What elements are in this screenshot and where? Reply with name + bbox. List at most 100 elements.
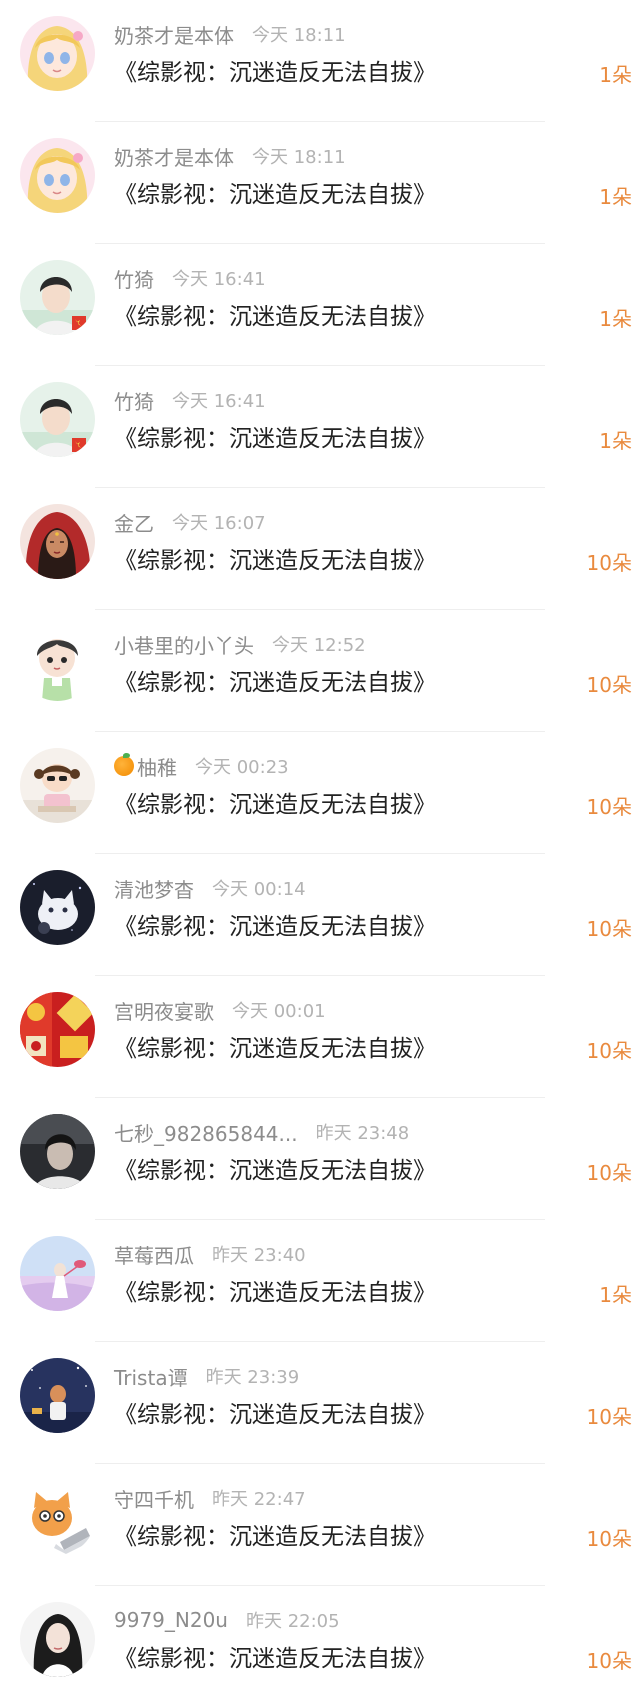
gift-count: 1朵 <box>599 63 632 87</box>
book-title: 《综影视：沉迷造反无法自拔》 <box>114 1158 436 1184</box>
sender-meta: 守四千机 昨天 22:47 <box>114 1482 306 1514</box>
book-title: 《综影视：沉迷造反无法自拔》 <box>114 1036 436 1062</box>
timestamp: 今天 00:14 <box>212 879 306 900</box>
avatar[interactable] <box>20 1114 95 1189</box>
sender-meta: 七秒_982865844... 昨天 23:48 <box>114 1116 409 1148</box>
sender-name[interactable]: 守四千机 <box>114 1484 194 1513</box>
list-item[interactable]: 奶茶才是本体 今天 18:11 《综影视：沉迷造反无法自拔》 1朵 <box>0 122 640 244</box>
list-item[interactable]: 宫明夜宴歌 今天 00:01 《综影视：沉迷造反无法自拔》 10朵 <box>0 976 640 1098</box>
sender-name[interactable]: 竹猗 <box>114 264 154 293</box>
book-title: 《综影视：沉迷造反无法自拔》 <box>114 792 436 818</box>
avatar[interactable] <box>20 16 95 91</box>
sender-name[interactable]: 七秒_982865844... <box>114 1118 298 1147</box>
sender-name[interactable]: 宫明夜宴歌 <box>114 996 214 1025</box>
sender-meta: 宫明夜宴歌 今天 00:01 <box>114 994 326 1026</box>
sender-meta: 柚稚 今天 00:23 <box>114 750 289 782</box>
list-item[interactable]: 七秒_982865844... 昨天 23:48 《综影视：沉迷造反无法自拔》 10朵 <box>0 1098 640 1220</box>
sender-name[interactable]: 金乙 <box>114 508 154 537</box>
gift-record-list: 奶茶才是本体 今天 18:11 《综影视：沉迷造反无法自拔》 1朵 奶茶才是本体 今天 … <box>0 0 640 1708</box>
sender-name[interactable]: Trista谭 <box>114 1362 188 1391</box>
book-title: 《综影视：沉迷造反无法自拔》 <box>114 426 436 452</box>
sender-name[interactable]: 奶茶才是本体 <box>114 142 234 171</box>
sender-name[interactable]: 柚稚 <box>137 752 177 781</box>
sender-meta: 竹猗 今天 16:41 <box>114 384 266 416</box>
timestamp: 昨天 23:48 <box>315 1123 410 1144</box>
list-item[interactable]: 小巷里的小丫头 今天 12:52 《综影视：沉迷造反无法自拔》 10朵 <box>0 610 640 732</box>
timestamp: 今天 18:11 <box>252 25 346 46</box>
gift-count: 10朵 <box>586 1649 632 1673</box>
gift-count: 10朵 <box>586 551 632 575</box>
avatar[interactable] <box>20 1602 95 1677</box>
timestamp: 昨天 22:47 <box>212 1489 306 1510</box>
book-title: 《综影视：沉迷造反无法自拔》 <box>114 1402 436 1428</box>
timestamp: 今天 12:52 <box>272 635 366 656</box>
list-item[interactable]: 清池梦杳 今天 00:14 《综影视：沉迷造反无法自拔》 10朵 <box>0 854 640 976</box>
avatar[interactable] <box>20 992 95 1067</box>
gift-count: 1朵 <box>599 1283 632 1307</box>
orange-icon <box>114 753 134 776</box>
timestamp: 昨天 22:05 <box>245 1611 340 1632</box>
book-title: 《综影视：沉迷造反无法自拔》 <box>114 304 436 330</box>
sender-name[interactable]: 竹猗 <box>114 386 154 415</box>
sender-meta: 草莓西瓜 昨天 23:40 <box>114 1238 306 1270</box>
gift-count: 10朵 <box>586 1161 632 1185</box>
gift-count: 1朵 <box>599 185 632 209</box>
list-item[interactable]: 奶茶才是本体 今天 18:11 《综影视：沉迷造反无法自拔》 1朵 <box>0 0 640 122</box>
avatar[interactable] <box>20 748 95 823</box>
book-title: 《综影视：沉迷造反无法自拔》 <box>114 548 436 574</box>
sender-name[interactable]: 清池梦杳 <box>114 874 194 903</box>
list-item[interactable]: 竹猗 今天 16:41 《综影视：沉迷造反无法自拔》 1朵 <box>0 244 640 366</box>
list-item[interactable]: 草莓西瓜 昨天 23:40 《综影视：沉迷造反无法自拔》 1朵 <box>0 1220 640 1342</box>
sender-name[interactable]: 9979_N20u <box>114 1608 228 1632</box>
book-title: 《综影视：沉迷造反无法自拔》 <box>114 1646 436 1672</box>
list-item[interactable]: 守四千机 昨天 22:47 《综影视：沉迷造反无法自拔》 10朵 <box>0 1464 640 1586</box>
sender-meta: 奶茶才是本体 今天 18:11 <box>114 18 346 50</box>
timestamp: 昨天 23:40 <box>212 1245 306 1266</box>
avatar[interactable] <box>20 1480 95 1555</box>
avatar[interactable] <box>20 504 95 579</box>
timestamp: 今天 16:07 <box>172 513 266 534</box>
avatar[interactable] <box>20 626 95 701</box>
book-title: 《综影视：沉迷造反无法自拔》 <box>114 182 436 208</box>
list-item[interactable]: 柚稚 今天 00:23 《综影视：沉迷造反无法自拔》 10朵 <box>0 732 640 854</box>
gift-count: 1朵 <box>599 307 632 331</box>
gift-count: 10朵 <box>586 673 632 697</box>
book-title: 《综影视：沉迷造反无法自拔》 <box>114 670 436 696</box>
sender-name[interactable]: 奶茶才是本体 <box>114 20 234 49</box>
gift-count: 10朵 <box>586 1527 632 1551</box>
avatar[interactable] <box>20 1236 95 1311</box>
gift-count: 10朵 <box>586 917 632 941</box>
avatar[interactable] <box>20 138 95 213</box>
sender-meta: 金乙 今天 16:07 <box>114 506 266 538</box>
timestamp: 今天 00:23 <box>195 757 289 778</box>
list-item[interactable]: 金乙 今天 16:07 《综影视：沉迷造反无法自拔》 10朵 <box>0 488 640 610</box>
sender-meta: 奶茶才是本体 今天 18:11 <box>114 140 346 172</box>
book-title: 《综影视：沉迷造反无法自拔》 <box>114 60 436 86</box>
timestamp: 今天 16:41 <box>172 391 266 412</box>
sender-meta: 9979_N20u 昨天 22:05 <box>114 1604 340 1636</box>
gift-count: 1朵 <box>599 429 632 453</box>
avatar[interactable] <box>20 260 95 335</box>
avatar[interactable] <box>20 870 95 945</box>
book-title: 《综影视：沉迷造反无法自拔》 <box>114 1524 436 1550</box>
sender-name[interactable]: 草莓西瓜 <box>114 1240 194 1269</box>
avatar[interactable] <box>20 1358 95 1433</box>
book-title: 《综影视：沉迷造反无法自拔》 <box>114 914 436 940</box>
gift-count: 10朵 <box>586 1039 632 1063</box>
sender-meta: 清池梦杳 今天 00:14 <box>114 872 306 904</box>
book-title: 《综影视：沉迷造反无法自拔》 <box>114 1280 436 1306</box>
avatar[interactable] <box>20 382 95 457</box>
sender-meta: 竹猗 今天 16:41 <box>114 262 266 294</box>
sender-meta: 小巷里的小丫头 今天 12:52 <box>114 628 366 660</box>
gift-count: 10朵 <box>586 795 632 819</box>
list-item[interactable]: Trista谭 昨天 23:39 《综影视：沉迷造反无法自拔》 10朵 <box>0 1342 640 1464</box>
timestamp: 今天 00:01 <box>232 1001 326 1022</box>
timestamp: 昨天 23:39 <box>205 1367 300 1388</box>
timestamp: 今天 16:41 <box>172 269 266 290</box>
timestamp: 今天 18:11 <box>252 147 346 168</box>
list-item[interactable]: 竹猗 今天 16:41 《综影视：沉迷造反无法自拔》 1朵 <box>0 366 640 488</box>
sender-name[interactable]: 小巷里的小丫头 <box>114 630 254 659</box>
gift-count: 10朵 <box>586 1405 632 1429</box>
list-item[interactable]: 9979_N20u 昨天 22:05 《综影视：沉迷造反无法自拔》 10朵 <box>0 1586 640 1708</box>
sender-meta: Trista谭 昨天 23:39 <box>114 1360 299 1392</box>
